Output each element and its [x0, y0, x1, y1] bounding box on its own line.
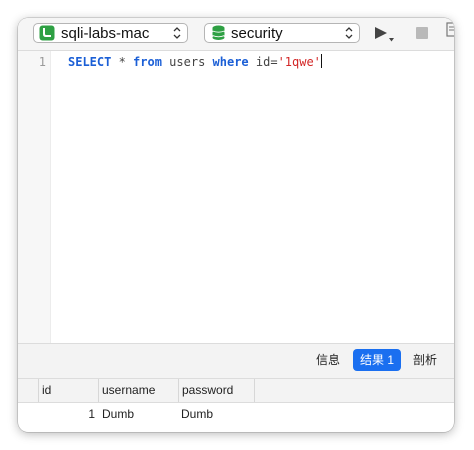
result-grid-header: id username password	[18, 379, 454, 403]
tab-info[interactable]: 信息	[312, 349, 344, 371]
query-window: sqli-labs-mac security 1 SELECT * from u…	[18, 18, 454, 432]
table-row[interactable]: 1 Dumb Dumb	[18, 403, 454, 425]
tab-profile[interactable]: 剖析	[409, 349, 441, 371]
token-star: *	[111, 55, 134, 69]
token-condition: id=	[248, 55, 278, 69]
keyword-from: from	[133, 55, 162, 69]
line-gutter: 1	[18, 51, 51, 343]
stop-icon[interactable]	[416, 27, 428, 39]
document-icon[interactable]	[446, 22, 454, 38]
sql-editor[interactable]: 1 SELECT * from users where id='1qwe'	[18, 51, 454, 343]
column-header-password[interactable]: password	[178, 379, 255, 402]
cell-password[interactable]: Dumb	[181, 403, 213, 425]
text-caret	[320, 54, 322, 68]
token-table: users	[161, 55, 213, 69]
string-literal: '1qwe'	[277, 55, 321, 69]
database-name: security	[231, 24, 283, 42]
cell-id[interactable]: 1	[38, 403, 95, 425]
keyword-where: where	[212, 55, 249, 69]
column-header-username[interactable]: username	[98, 379, 178, 402]
run-icon[interactable]	[373, 25, 401, 45]
line-number: 1	[38, 55, 46, 69]
connection-selector[interactable]: sqli-labs-mac	[33, 23, 188, 43]
cell-username[interactable]: Dumb	[102, 403, 134, 425]
chevron-updown-icon	[173, 27, 181, 39]
database-icon	[212, 25, 225, 40]
database-selector[interactable]: security	[204, 23, 360, 43]
toolbar: sqli-labs-mac security	[18, 18, 454, 51]
tab-result-1[interactable]: 结果 1	[353, 349, 401, 371]
chevron-updown-icon	[345, 27, 353, 39]
connection-name: sqli-labs-mac	[61, 24, 150, 42]
keyword-select: SELECT	[68, 55, 112, 69]
column-header-id[interactable]: id	[38, 379, 98, 402]
code-line[interactable]: SELECT * from users where id='1qwe'	[68, 54, 322, 69]
result-tab-bar: 信息 结果 1 剖析	[18, 343, 454, 379]
connection-icon	[39, 25, 55, 41]
